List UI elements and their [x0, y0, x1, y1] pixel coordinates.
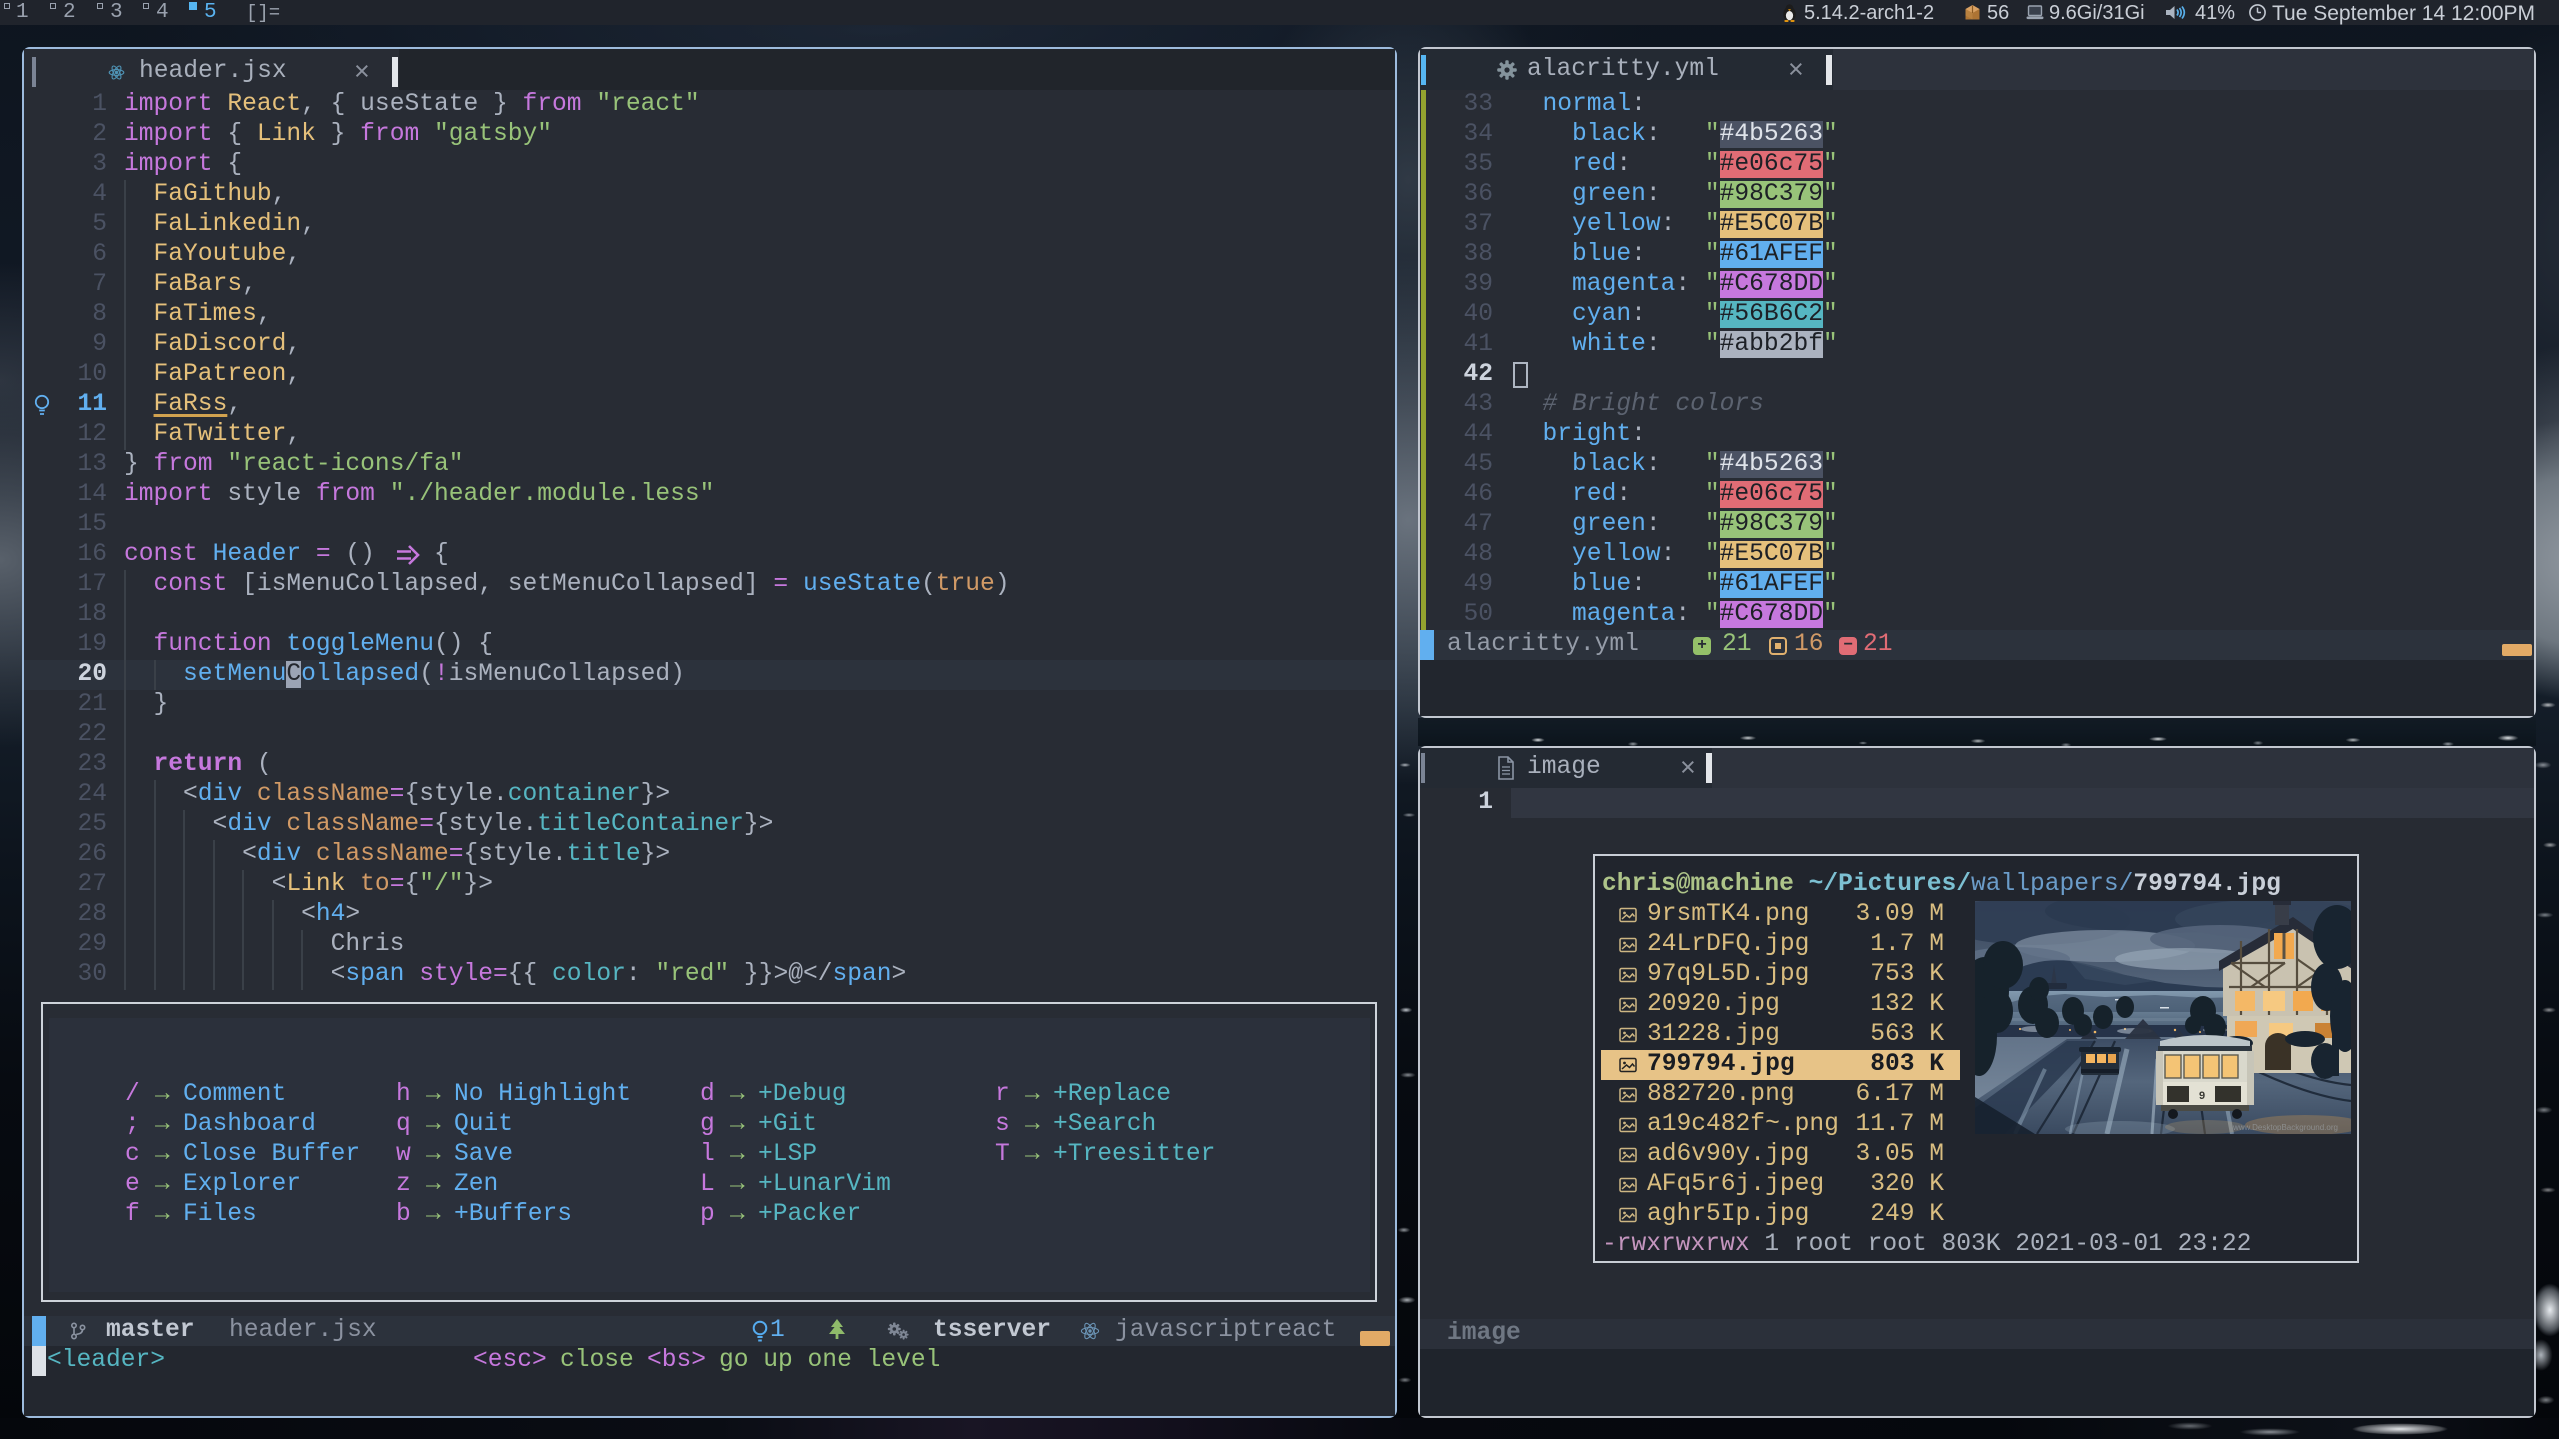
svg-text:9: 9	[2199, 1090, 2205, 1102]
svg-text:www.DesktopBackground.org: www.DesktopBackground.org	[2232, 1123, 2338, 1132]
